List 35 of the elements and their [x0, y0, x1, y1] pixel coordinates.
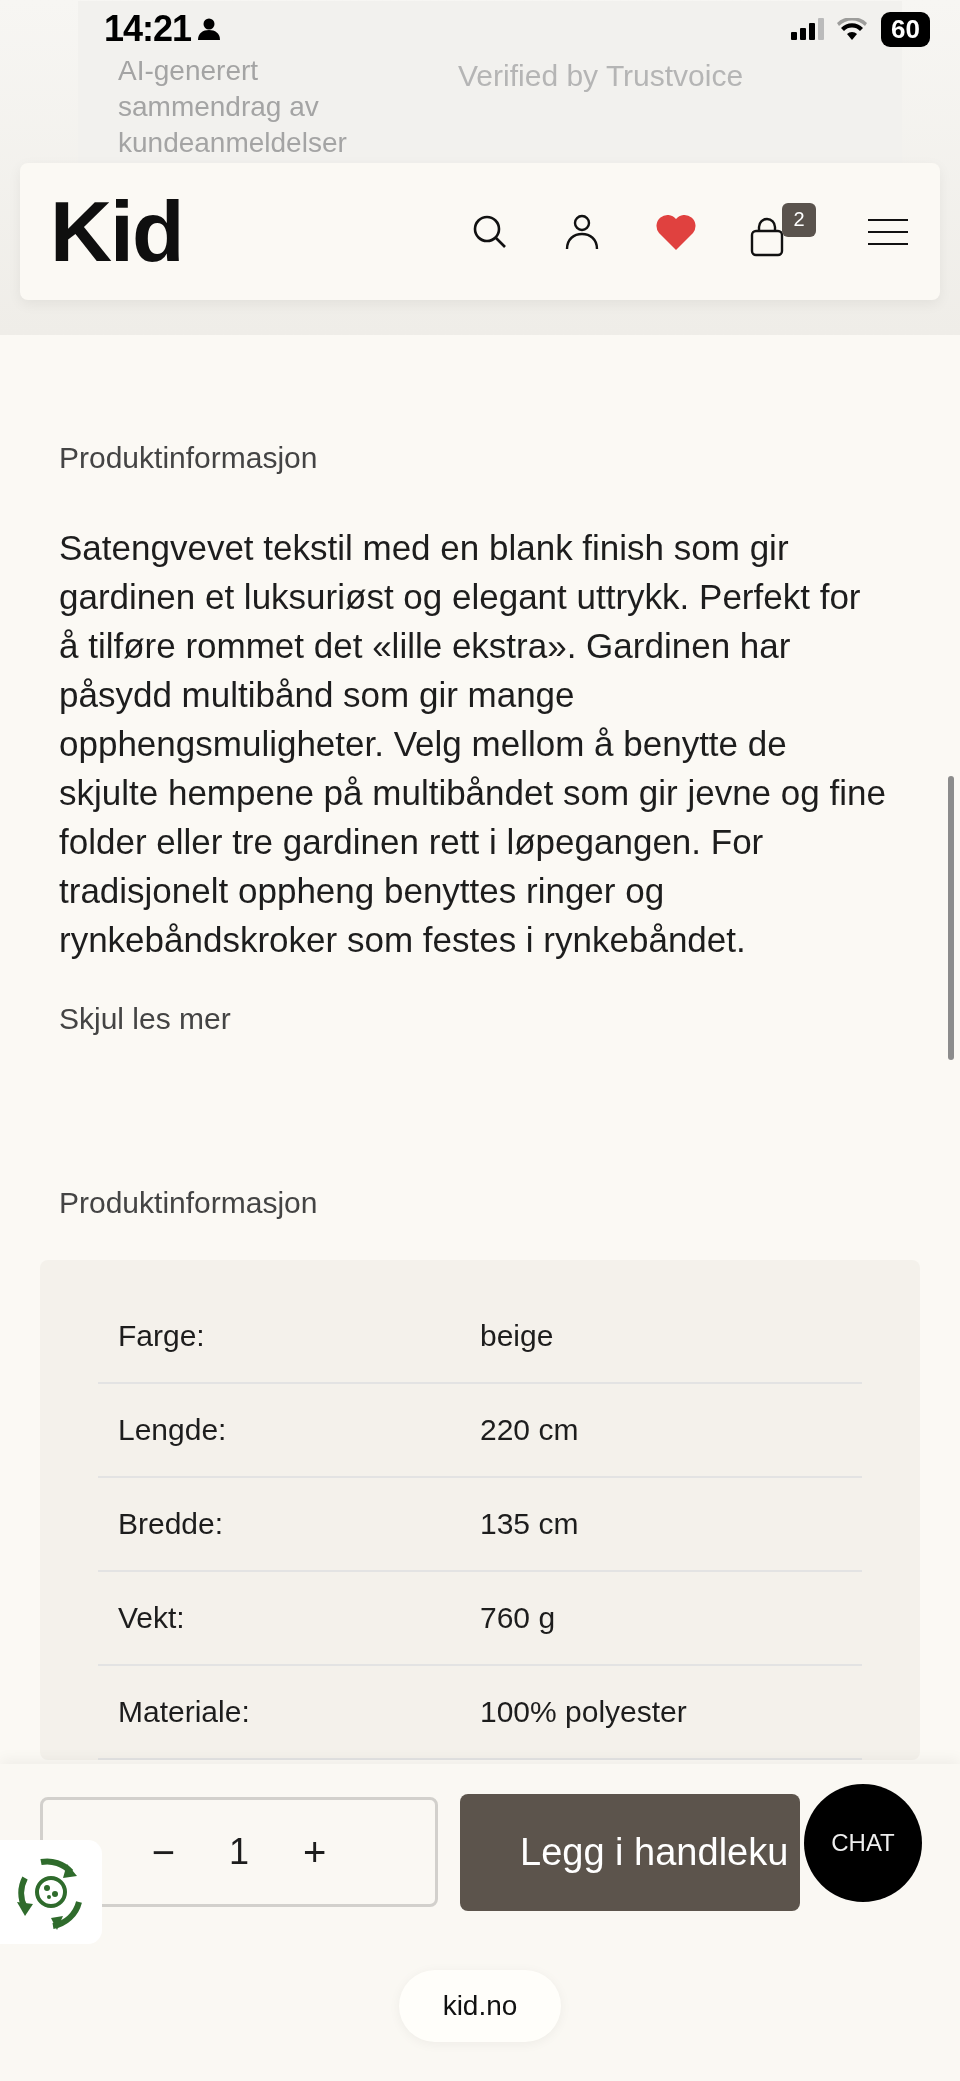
- spec-value: beige: [480, 1319, 554, 1353]
- spec-value: 100% polyester: [480, 1695, 687, 1729]
- summary-title: kundeanmeldelser: [118, 126, 348, 160]
- spec-label: Farge:: [117, 1319, 206, 1353]
- wifi-icon: [837, 18, 868, 40]
- quantity-value[interactable]: 1: [229, 1831, 249, 1873]
- bag-icon[interactable]: [750, 216, 784, 257]
- cart-count-badge: 2: [782, 202, 816, 237]
- status-time: 14:21: [104, 8, 192, 50]
- description-text: Satengvevet tekstil med en blank finish som gir gardinen et luksuriøst og elegant uttrykk. Perfekt for å tilføre rommet det «lille ekstra». Gardinen har påsydd multibånd som gir mange opphengsmuligheter. Velg mellom å benytte de skjulte hempene på multibåndet som gir jevne og fine folder eller tre gardinen rett i løpegangen. For tradisjonelt oppheng benyttes ringer og rynkebåndskroker som festes i rynkebåndet.: [59, 527, 887, 961]
- chat-button[interactable]: CHAT: [804, 1784, 922, 1902]
- spec-label: Lengde:: [117, 1413, 228, 1447]
- increase-button[interactable]: +: [303, 1829, 327, 1875]
- summary-title: AI-generert: [118, 54, 260, 88]
- scrollbar[interactable]: [948, 776, 954, 1060]
- spec-label: Vekt:: [117, 1601, 186, 1635]
- eco-badge[interactable]: [0, 1840, 102, 1944]
- spec-label: Materiale:: [117, 1695, 251, 1729]
- spec-value: 220 cm: [480, 1413, 579, 1447]
- spec-value: 135 cm: [480, 1507, 579, 1541]
- add-to-cart-button[interactable]: Legg i handleku: [460, 1794, 800, 1911]
- decrease-button[interactable]: −: [151, 1829, 175, 1875]
- read-less-link[interactable]: Skjul les mer: [59, 1002, 231, 1036]
- logo[interactable]: Kid: [50, 182, 183, 281]
- signal-icon: [791, 18, 826, 40]
- menu-icon[interactable]: [866, 216, 910, 247]
- verified-label: Verified by Trustvoice: [458, 59, 744, 93]
- section-heading: Produktinformasjon: [59, 1186, 319, 1220]
- battery-indicator: 60: [881, 11, 930, 47]
- spec-value: 760 g: [480, 1601, 556, 1635]
- spec-label: Bredde:: [117, 1507, 225, 1541]
- section-heading: Produktinformasjon: [59, 441, 319, 475]
- url-pill[interactable]: kid.no: [398, 1970, 562, 2042]
- summary-title: sammendrag av: [118, 90, 320, 124]
- person-icon: [197, 17, 222, 41]
